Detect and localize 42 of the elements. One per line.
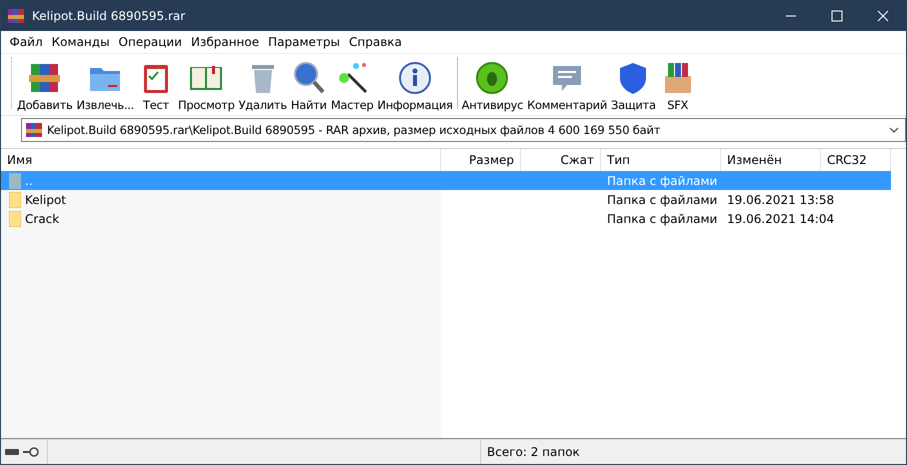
maximize-icon[interactable] (831, 10, 843, 22)
menu-item[interactable]: Операции (114, 35, 186, 49)
toolbar-button[interactable]: Удалить (236, 60, 289, 112)
toolbar-button[interactable]: Просмотр (176, 60, 237, 112)
key-icon (23, 447, 39, 457)
folder-icon (9, 192, 21, 208)
file-type: Папка с файлами (607, 174, 718, 188)
file-name: Kelipot (25, 192, 66, 206)
toolbar-button[interactable]: Извлечь... (74, 60, 136, 112)
toolbar-button[interactable]: Найти (288, 60, 329, 112)
menu-item[interactable]: Справка (344, 35, 406, 49)
toolbar-button[interactable]: Информация (375, 60, 455, 112)
status-text: Всего: 2 папок (487, 445, 580, 459)
file-type: Папка с файлами (607, 192, 718, 206)
menu-item[interactable]: Файл (5, 35, 48, 49)
menu-item[interactable]: Параметры (264, 35, 344, 49)
drive-icon (5, 449, 19, 455)
file-row[interactable]: Kelipot Папка с файлами 19.06.2021 13:58 (1, 190, 906, 209)
parent-folder-icon (9, 172, 21, 188)
folder-icon (9, 210, 21, 226)
info-icon (397, 60, 433, 96)
menu-item[interactable]: Избранное (186, 35, 264, 49)
toolbar-button[interactable]: Комментарий (525, 60, 610, 112)
modified-date: 19.06.2021 13:58 (727, 192, 834, 206)
file-name: Crack (25, 212, 60, 226)
archive-icon (8, 8, 24, 24)
toolbar-button[interactable]: Тест (136, 60, 176, 112)
menu-item[interactable]: Команды (47, 35, 114, 49)
close-icon[interactable] (877, 10, 889, 22)
toolbar-button[interactable]: Антивирус (460, 60, 526, 112)
file-row[interactable]: Crack Папка с файлами 19.06.2021 14:04 (1, 209, 906, 228)
address-field[interactable]: Kelipot.Build 6890595.rar\Kelipot.Build 6890595 - RAR архив, размер исходных файлов 4 600 169 550 байт (21, 118, 906, 142)
file-type: Папка с файлами (607, 212, 718, 226)
modified-date: 19.06.2021 14:04 (727, 212, 834, 226)
toolbar-button[interactable]: Мастер (328, 60, 376, 112)
toolbar-button[interactable]: Защита (609, 60, 658, 112)
toolbar-button[interactable]: SFX (658, 60, 698, 112)
file-name: .. (25, 174, 33, 188)
chevron-down-icon[interactable] (889, 127, 899, 133)
window-title: Kelipot.Build 6890595.rar (32, 9, 186, 23)
archive-icon (26, 122, 42, 138)
toolbar-button[interactable]: Добавить (15, 60, 74, 112)
